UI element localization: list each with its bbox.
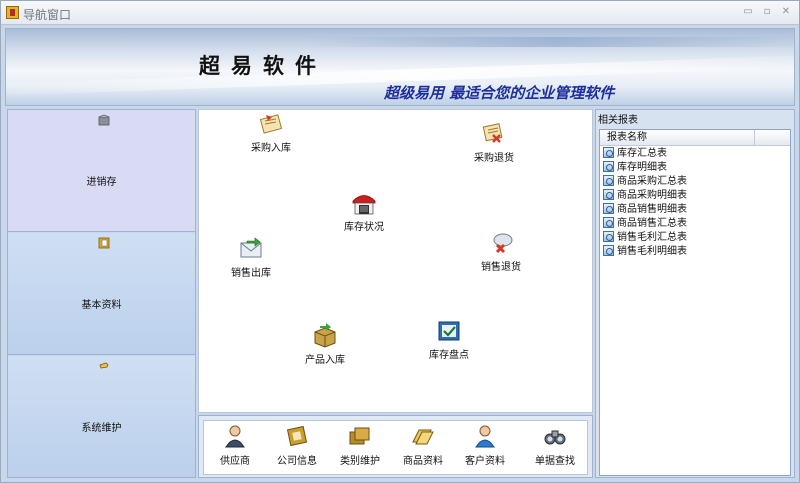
nav-item-label: 系统维护 xyxy=(81,423,122,434)
banner: 超易软件 超级易用 最适合您的企业管理软件 xyxy=(5,28,795,106)
slogan: 超级易用 最适合您的企业管理软件 xyxy=(384,84,615,102)
quick-button-label: 单据查找 xyxy=(535,456,575,467)
report-item-label: 商品销售明细表 xyxy=(617,204,687,215)
report-item[interactable]: 销售毛利汇总表 xyxy=(603,231,687,245)
binoculars-icon xyxy=(544,430,566,445)
category-maintenance-button[interactable]: 类别维护 xyxy=(329,424,391,467)
document-search-button[interactable]: 单据查找 xyxy=(524,424,586,467)
report-item-label: 商品采购明细表 xyxy=(617,190,687,201)
reports-panel: 相关报表 报表名称 库存汇总表 库存明细表 商品采购汇总表 商品采购明细表 商品… xyxy=(595,109,795,478)
report-item-label: 库存明细表 xyxy=(617,162,667,173)
quick-button-label: 类别维护 xyxy=(340,456,380,467)
folder-icon xyxy=(412,429,434,445)
quick-button-label: 公司信息 xyxy=(277,456,317,467)
left-nav: 进销存 基本资料 系统维护 xyxy=(7,109,196,478)
report-item[interactable]: 商品采购明细表 xyxy=(603,189,687,203)
workspace: 采购入库 采购退货 库存状况 销售出库 销售退货 产品入库 库存盘点 xyxy=(198,109,593,413)
brand-name: 超易软件 xyxy=(199,53,327,78)
report-item[interactable]: 库存汇总表 xyxy=(603,147,667,161)
shortcut-label: 采购退货 xyxy=(474,153,514,164)
minimize-button[interactable]: ▭ xyxy=(742,6,754,18)
nav-item-label: 进销存 xyxy=(86,177,117,188)
quick-button-label: 客户资料 xyxy=(465,456,505,467)
customer-icon xyxy=(475,425,495,448)
wrench-icon xyxy=(99,362,109,369)
quick-bar: 供应商 公司信息 类别维护 商品资料 客户资料 单据查找 xyxy=(198,415,593,478)
books-icon xyxy=(349,427,370,445)
stocktake-icon xyxy=(438,321,460,341)
nav-item-system[interactable]: 系统维护 xyxy=(8,356,195,477)
reports-panel-title: 相关报表 xyxy=(598,115,638,126)
report-icon xyxy=(603,231,614,242)
report-item[interactable]: 商品销售明细表 xyxy=(603,203,687,217)
close-button[interactable]: ✕ xyxy=(780,6,792,18)
sales-out-shortcut[interactable]: 销售出库 xyxy=(211,236,291,279)
report-item[interactable]: 销售毛利明细表 xyxy=(603,245,687,259)
book-icon xyxy=(286,425,308,447)
report-item-label: 商品销售汇总表 xyxy=(617,218,687,229)
reports-list[interactable]: 报表名称 库存汇总表 库存明细表 商品采购汇总表 商品采购明细表 商品销售明细表… xyxy=(599,129,791,476)
report-item-label: 销售毛利明细表 xyxy=(617,246,687,257)
shortcut-label: 产品入库 xyxy=(305,355,345,366)
customer-data-button[interactable]: 客户资料 xyxy=(454,424,516,467)
report-item-label: 库存汇总表 xyxy=(617,148,667,159)
shortcut-label: 库存盘点 xyxy=(429,350,469,361)
app-icon xyxy=(6,6,19,19)
box-icon xyxy=(98,114,110,126)
warehouse-icon xyxy=(352,195,376,215)
reports-list-header: 报表名称 xyxy=(600,130,790,146)
nav-item-label: 基本资料 xyxy=(81,300,122,311)
shortcut-label: 销售退货 xyxy=(481,262,521,273)
sales-out-icon xyxy=(240,237,262,258)
supplier-button[interactable]: 供应商 xyxy=(204,424,266,467)
report-item[interactable]: 商品采购汇总表 xyxy=(603,175,687,189)
nav-item-inventory[interactable]: 进销存 xyxy=(8,110,195,232)
shortcut-label: 库存状况 xyxy=(344,222,384,233)
shortcut-label: 采购入库 xyxy=(251,143,291,154)
sales-return-shortcut[interactable]: 销售退货 xyxy=(461,230,541,273)
column-header-report-name[interactable]: 报表名称 xyxy=(600,130,755,146)
purchase-in-shortcut[interactable]: 采购入库 xyxy=(231,111,311,154)
nav-item-basic-data[interactable]: 基本资料 xyxy=(8,233,195,355)
company-info-button[interactable]: 公司信息 xyxy=(266,424,328,467)
quick-bar-inner: 供应商 公司信息 类别维护 商品资料 客户资料 单据查找 xyxy=(203,420,588,475)
product-in-icon xyxy=(314,323,336,348)
stocktake-shortcut[interactable]: 库存盘点 xyxy=(409,318,489,361)
purchase-return-icon xyxy=(482,123,503,143)
navigation-window: 导航窗口 ▭ ▫ ✕ 超易软件 超级易用 最适合您的企业管理软件 进销存 基本资… xyxy=(0,0,800,483)
sales-return-icon xyxy=(493,233,513,254)
purchase-return-shortcut[interactable]: 采购退货 xyxy=(454,121,534,164)
quick-button-label: 商品资料 xyxy=(403,456,443,467)
report-item-label: 商品采购汇总表 xyxy=(617,176,687,187)
report-item[interactable]: 库存明细表 xyxy=(603,161,667,175)
report-icon xyxy=(603,203,614,214)
report-icon xyxy=(603,175,614,186)
inventory-status-shortcut[interactable]: 库存状况 xyxy=(324,190,404,233)
report-icon xyxy=(603,217,614,228)
product-data-button[interactable]: 商品资料 xyxy=(392,424,454,467)
quick-button-label: 供应商 xyxy=(220,456,250,467)
report-icon xyxy=(603,161,614,172)
shortcut-label: 销售出库 xyxy=(231,268,271,279)
report-item-label: 销售毛利汇总表 xyxy=(617,232,687,243)
report-item[interactable]: 商品销售汇总表 xyxy=(603,217,687,231)
report-icon xyxy=(603,245,614,256)
product-in-shortcut[interactable]: 产品入库 xyxy=(285,323,365,366)
banner-decoration xyxy=(306,37,794,47)
report-icon xyxy=(603,147,614,158)
person-icon xyxy=(225,425,245,448)
purchase-in-icon xyxy=(259,114,283,134)
maximize-button[interactable]: ▫ xyxy=(761,6,773,18)
title-bar: 导航窗口 ▭ ▫ ✕ xyxy=(1,1,799,25)
window-title: 导航窗口 xyxy=(23,8,72,22)
notebook-icon xyxy=(98,237,110,249)
report-icon xyxy=(603,189,614,200)
